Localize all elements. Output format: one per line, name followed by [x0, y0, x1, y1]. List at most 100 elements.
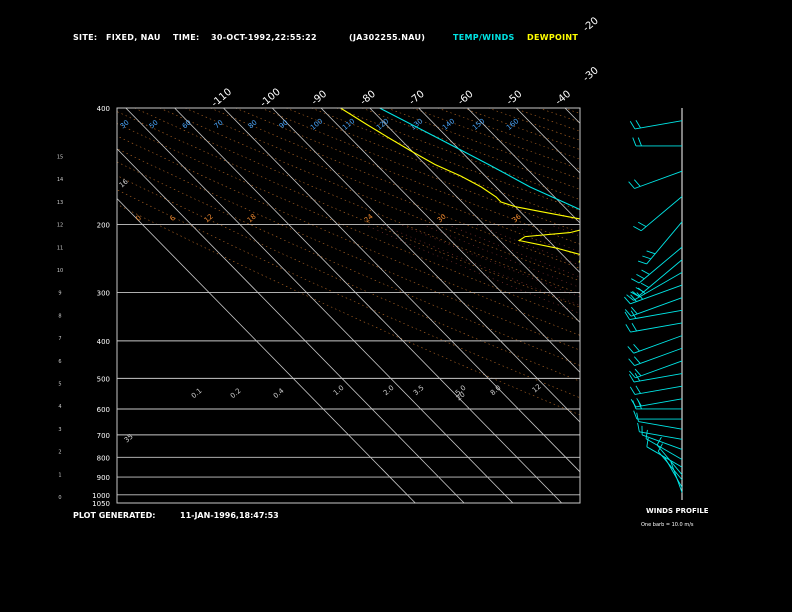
isotherm	[320, 108, 580, 373]
wind-barb-flag	[631, 278, 640, 284]
dry-adiabat	[538, 108, 580, 123]
wind-barb-flag	[646, 250, 656, 255]
moist-theta-label: 0	[134, 214, 143, 223]
wind-barb-flag	[642, 255, 652, 260]
moist-adiabat	[509, 224, 580, 253]
height-tick-label: 14	[57, 177, 63, 183]
pressure-tick-label: 1000	[92, 492, 110, 500]
plot-generated-value: 11-JAN-1996,18:47:53	[180, 511, 279, 520]
right-temp-label: -30	[581, 65, 601, 84]
isotherm	[174, 108, 562, 503]
isotherm	[467, 108, 580, 224]
pressure-tick-label: 900	[97, 474, 110, 482]
wind-barb-flag	[628, 358, 635, 366]
dry-adiabat	[715, 108, 792, 501]
top-temp-label: -100	[258, 87, 282, 110]
barb-note: One barb = 10.0 m/s	[641, 522, 694, 528]
wind-barb-shaft	[646, 221, 683, 265]
height-tick-label: 8	[58, 313, 61, 319]
wind-barb-flag	[624, 309, 632, 317]
height-tick-label: 3	[58, 427, 61, 433]
dry-adiabat	[589, 108, 792, 501]
mixing-ratio-label: 16	[118, 177, 130, 189]
moist-theta-label: 30	[436, 213, 448, 225]
wind-barb-flag	[636, 412, 639, 422]
wind-barb-flag	[637, 137, 642, 147]
top-temp-label: -70	[407, 89, 427, 108]
wind-barb-shaft	[634, 170, 683, 189]
frame	[116, 107, 581, 504]
pressure-tick-label: 800	[97, 454, 110, 462]
theta-label: 30	[119, 119, 131, 131]
theta-label: 90	[278, 119, 290, 131]
theta-label: 140	[441, 117, 456, 132]
dry-adiabat	[614, 108, 792, 501]
wind-barb-shaft	[633, 373, 683, 383]
wind-barb-shaft	[640, 196, 683, 232]
height-tick-label: 6	[58, 359, 61, 365]
wind-barb-flag	[633, 410, 638, 420]
wind-barb-flag	[636, 398, 642, 407]
wind-barb-flag	[641, 269, 650, 275]
pressure-tick-label: 300	[97, 290, 110, 298]
wind-barb-flag	[631, 323, 638, 332]
mixing-ratio-label: 0.4	[272, 386, 286, 400]
wind-barb-flag	[637, 422, 640, 432]
mixing-ratio-label: 8.0	[489, 384, 503, 397]
top-temp-label: -50	[505, 89, 525, 108]
wind-barb-flag	[629, 370, 636, 379]
wind-barb-flag	[625, 324, 631, 333]
top-temp-label: -110	[210, 87, 234, 110]
wind-barb-flag	[637, 260, 647, 265]
pressure-tick-label: 400	[97, 338, 110, 346]
pressure-tick-label: 700	[97, 432, 110, 440]
wind-barb-flag	[627, 346, 635, 354]
isotherm	[418, 108, 580, 274]
dry-adiabat	[665, 108, 792, 501]
right-temp-label: -20	[581, 15, 601, 34]
mixing-ratio-label: 3.5	[412, 384, 426, 397]
dry-adiabat	[386, 108, 580, 180]
dry-adiabat	[412, 108, 580, 170]
top-temp-label: -90	[310, 89, 330, 108]
pressure-tick-label: 600	[97, 406, 110, 414]
dry-adiabat	[117, 189, 580, 399]
wind-barb-flag	[629, 386, 636, 395]
isotherm	[614, 108, 792, 503]
moist-adiabat	[446, 224, 580, 278]
theta-label: 150	[471, 117, 486, 132]
theta-label: 100	[309, 117, 324, 132]
temperature-line	[379, 108, 580, 211]
data-lines	[340, 108, 580, 263]
isotherm	[369, 108, 580, 324]
height-tick-label: 2	[58, 450, 61, 456]
mixing-ratio-label: 0.2	[229, 387, 243, 400]
top-temp-label: -80	[358, 89, 378, 108]
wind-barb-shaft	[635, 360, 683, 379]
height-tick-label: 4	[58, 404, 61, 410]
pressure-tick-label: 400	[97, 105, 110, 113]
dry-adiabat	[159, 108, 580, 282]
top-temp-label: -60	[456, 89, 476, 108]
wind-barb-flag	[638, 221, 647, 228]
pressure-tick-label: 1050	[92, 500, 110, 508]
dry-adiabat	[184, 108, 580, 269]
dry-adiabat	[361, 108, 580, 190]
theta-label: 50	[148, 119, 160, 131]
moist-theta-label: 12	[203, 213, 215, 225]
theta-label: 120	[375, 117, 390, 132]
moist-adiabat	[718, 224, 792, 503]
dry-adiabat	[117, 175, 580, 382]
wind-barb-shaft	[630, 322, 683, 333]
dry-adiabat	[285, 108, 580, 222]
dry-adiabat	[741, 108, 792, 501]
wind-barb-flag	[635, 120, 641, 129]
moist-theta-label: 18	[246, 213, 258, 225]
dry-adiabat	[563, 108, 580, 114]
top-temp-label: -40	[554, 89, 574, 108]
height-tick-label: 5	[58, 381, 61, 387]
wind-barb-flag	[633, 344, 640, 352]
moist-theta-label: 24	[363, 212, 375, 224]
wind-barb-flag	[645, 429, 648, 439]
mixing-ratio-label: 1.0	[332, 384, 346, 397]
